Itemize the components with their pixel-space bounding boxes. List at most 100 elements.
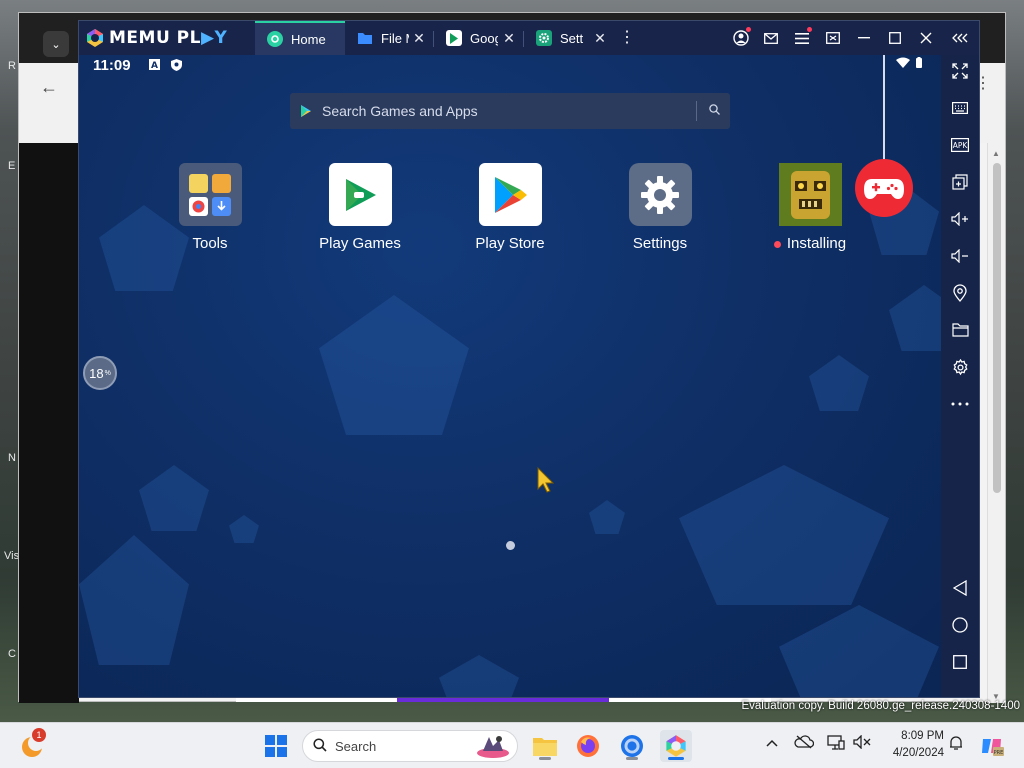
app-tools[interactable]: Tools: [160, 163, 260, 252]
show-hidden-icons-chevron-icon[interactable]: [762, 735, 782, 750]
status-time: 11:09: [93, 57, 131, 74]
mouse-cursor-icon: [537, 467, 555, 493]
close-icon[interactable]: ✕: [411, 30, 427, 47]
google-play-icon: [301, 105, 311, 117]
running-indicator: [668, 757, 684, 760]
memu-taskbar-icon[interactable]: [660, 730, 692, 762]
tabs-more-icon[interactable]: ⋮: [619, 27, 635, 47]
battery-icon: [916, 57, 922, 68]
google-play-icon: [446, 30, 462, 46]
taskbar-search-placeholder: Search: [335, 738, 377, 754]
taskbar-search[interactable]: Search: [302, 730, 518, 762]
file-explorer-icon[interactable]: [529, 730, 561, 762]
wallpaper-shape: [439, 655, 519, 697]
app-label: Tools: [192, 235, 228, 252]
search-divider: [696, 101, 697, 121]
tab-settings[interactable]: Sett ✕: [524, 21, 614, 55]
wallpaper-shape: [139, 465, 209, 531]
folder-icon: [357, 30, 373, 46]
fullscreen-icon[interactable]: [948, 59, 972, 83]
close-window-icon[interactable]: [914, 26, 938, 50]
taskbar-clock[interactable]: 8:09 PM 4/20/2024: [882, 728, 944, 762]
desktop-icon-label: Vis: [4, 550, 20, 562]
search-games-and-apps[interactable]: Search Games and Apps: [290, 93, 730, 129]
wallpaper-shape: [679, 465, 889, 605]
settings-icon: [536, 30, 552, 46]
notification-bell-icon[interactable]: [946, 735, 966, 754]
tab-label: Sett: [560, 30, 584, 46]
back-arrow-icon[interactable]: ←: [29, 67, 69, 107]
tab-dropdown-button[interactable]: ⌄: [43, 31, 69, 57]
tab-label: File M: [381, 30, 409, 46]
installing-dot: [773, 240, 781, 248]
search-icon: [313, 737, 327, 755]
shared-folder-icon[interactable]: [948, 318, 972, 342]
account-icon[interactable]: [729, 26, 753, 50]
tab-label: Goog: [470, 30, 498, 46]
wallpaper-shape: [589, 500, 625, 534]
running-indicator: [626, 757, 638, 760]
tab-google-play[interactable]: Goog ✕: [434, 21, 523, 55]
memu-brand-text: MEMU PL▶Y: [109, 28, 228, 48]
search-icon[interactable]: [709, 104, 720, 118]
shield-icon: [171, 59, 182, 74]
browser-scrollbar[interactable]: ▲ ▼: [987, 143, 1005, 703]
firefox-icon[interactable]: [572, 730, 604, 762]
background-page-accent: [397, 698, 609, 702]
desktop-icon-label: E: [8, 160, 16, 172]
android-recents-icon[interactable]: [948, 650, 972, 674]
svg-text:APK: APK: [953, 141, 969, 150]
windows-taskbar: Search 8:09 PM 4/20/2024 PRE: [0, 722, 1024, 768]
start-button[interactable]: [260, 730, 292, 762]
search-placeholder: Search Games and Apps: [322, 103, 478, 119]
app-installing[interactable]: Installing: [760, 163, 860, 252]
app-settings[interactable]: Settings: [610, 163, 710, 252]
android-home-icon[interactable]: [948, 613, 972, 637]
maximize-icon[interactable]: [883, 26, 907, 50]
memu-logo: MEMU PL▶Y: [85, 27, 227, 49]
android-back-icon[interactable]: [948, 576, 972, 600]
settings-gear-icon[interactable]: [948, 355, 972, 379]
close-icon[interactable]: ✕: [592, 30, 608, 47]
keyboard-icon[interactable]: [948, 96, 972, 120]
search-highlight-icon: [477, 736, 509, 758]
collapse-sidebar-icon[interactable]: [948, 26, 972, 50]
status-right-icons: [896, 57, 922, 68]
progress-unit: %: [104, 369, 111, 377]
gamepad-button[interactable]: [855, 159, 913, 217]
copilot-icon[interactable]: PRE: [976, 730, 1008, 762]
minimize-icon[interactable]: [852, 26, 876, 50]
app-label: Play Store: [475, 235, 545, 252]
font-status-icon: A: [149, 59, 160, 73]
volume-up-icon[interactable]: [948, 207, 972, 231]
onedrive-offline-icon[interactable]: [794, 735, 815, 752]
gamepad-icon: [864, 179, 904, 199]
mail-icon[interactable]: [759, 26, 783, 50]
notification-badge: 1: [32, 728, 46, 742]
app-play-games[interactable]: Play Games: [310, 163, 410, 252]
android-home-screen[interactable]: 11:09 A Search Games and Apps Tools Play…: [79, 55, 941, 697]
scrollbar-thumb[interactable]: [993, 163, 1001, 493]
more-options-icon[interactable]: [948, 392, 972, 416]
menu-icon[interactable]: [790, 26, 814, 50]
tab-file-manager[interactable]: File M ✕: [345, 21, 433, 55]
volume-muted-icon[interactable]: [852, 734, 872, 752]
wallpaper-shape: [229, 515, 259, 543]
multi-instance-icon[interactable]: [948, 170, 972, 194]
svg-text:PRE: PRE: [994, 750, 1004, 756]
close-icon[interactable]: ✕: [501, 30, 517, 47]
performance-progress-ring[interactable]: 18%: [83, 356, 117, 390]
notification-dot: [746, 27, 751, 32]
apk-install-icon[interactable]: APK: [948, 133, 972, 157]
wallpaper-shape: [889, 285, 941, 351]
network-icon[interactable]: [826, 735, 846, 754]
screen-mode-icon[interactable]: [821, 26, 845, 50]
play-games-icon: [328, 163, 392, 226]
gamepad-tether: [883, 55, 885, 163]
tab-home[interactable]: Home: [255, 21, 345, 55]
chrome-icon[interactable]: [616, 730, 648, 762]
app-play-store[interactable]: Play Store: [460, 163, 560, 252]
volume-down-icon[interactable]: [948, 244, 972, 268]
scroll-up-icon[interactable]: ▲: [992, 149, 1000, 158]
location-icon[interactable]: [948, 281, 972, 305]
